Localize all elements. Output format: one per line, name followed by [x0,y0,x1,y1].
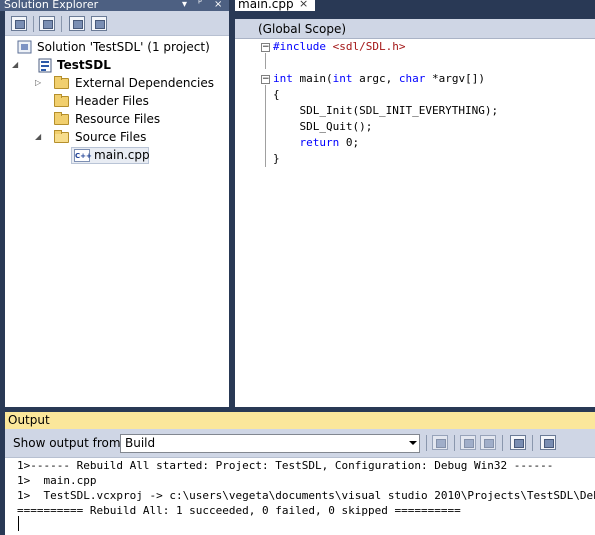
code-line: #include <sdl/SDL.h> [273,39,405,55]
go-to-previous-message-button[interactable] [460,435,476,450]
tree-item-label: main.cpp [94,148,150,162]
close-tab-icon[interactable]: × [299,0,308,11]
toolbar-separator [502,435,503,451]
output-source-value: Build [125,436,156,450]
output-line: ========== Rebuild All: 1 succeeded, 0 f… [17,504,461,517]
tree-item-label: Resource Files [75,112,161,126]
code-text: SDL_Init(SDL_INIT_EVERYTHING); [273,104,499,117]
solution-explorer-title: Solution Explorer [4,0,99,11]
tree-item-label: Source Files [75,130,147,144]
open-folder-icon [54,130,69,143]
cpp-project-icon [38,58,52,73]
tree-item-project[interactable]: ◢ TestSDL [5,57,222,74]
folder-icon [54,76,69,89]
output-text-area[interactable]: 1>------ Rebuild All started: Project: T… [5,458,595,535]
window-position-icon[interactable]: ▾ [182,0,187,10]
toolbar-separator [532,435,533,451]
tree-item-label: Header Files [75,94,149,108]
tree-item-header-files[interactable]: Header Files [5,93,222,110]
code-text: { [273,88,280,101]
code-text: argc, [352,72,399,85]
output-line: 1> TestSDL.vcxproj -> c:\users\vegeta\do… [17,489,595,502]
tree-item-source-files[interactable]: ◢ Source Files [5,129,222,146]
code-editor[interactable]: − − #include <sdl/SDL.h> int main(int arg… [235,39,595,407]
code-text: *argv[]) [425,72,485,85]
show-all-files-button[interactable] [39,16,55,31]
code-line: { [273,87,280,103]
collapse-block-icon[interactable]: − [261,75,270,84]
view-class-diagram-button[interactable] [91,16,107,31]
collapse-arrow-icon[interactable]: ◢ [35,133,43,141]
solution-tree: Solution 'TestSDL' (1 project) ◢ TestSDL… [5,36,229,407]
folder-icon [54,94,69,107]
code-string: <sdl/SDL.h> [332,40,406,53]
collapse-arrow-icon[interactable]: ◢ [12,61,20,69]
solution-explorer-title-bar: Solution Explorer ▾ ᴾ × [0,0,229,11]
scope-dropdown[interactable]: (Global Scope) [258,21,346,37]
tree-item-solution[interactable]: Solution 'TestSDL' (1 project) [17,39,222,56]
code-keyword: int [273,72,293,85]
code-keyword: char [398,72,426,85]
folder-icon [54,112,69,125]
output-toolbar: Show output from: Build [5,429,595,458]
expand-arrow-icon[interactable]: ▷ [35,79,43,87]
close-icon[interactable]: × [214,0,222,10]
properties-button[interactable] [11,16,27,31]
solution-icon [17,40,32,54]
chevron-down-icon [409,441,417,445]
tab-main-cpp[interactable]: main.cpp × [235,0,315,11]
code-text: main( [292,72,333,85]
toolbar-separator [426,435,427,451]
tree-item-resource-files[interactable]: Resource Files [5,111,222,128]
tree-item-label: Solution 'TestSDL' (1 project) [37,40,210,54]
output-line: 1>------ Rebuild All started: Project: T… [17,459,554,472]
code-line: return 0; [273,135,360,151]
code-directive: #include [273,40,333,53]
toolbar-separator [454,435,455,451]
tree-item-external-dependencies[interactable]: ▷ External Dependencies [5,75,222,92]
tab-label: main.cpp [238,0,294,11]
auto-hide-pin-icon[interactable]: ᴾ [198,0,202,10]
tree-item-label: TestSDL [57,58,111,72]
code-line: int main(int argc, char *argv[]) [273,71,485,87]
clear-all-button[interactable] [510,435,526,450]
find-message-in-code-button[interactable] [432,435,448,450]
indicator-margin [235,39,253,407]
code-keyword: return [299,136,340,149]
code-text: } [273,152,280,165]
code-line: SDL_Init(SDL_INIT_EVERYTHING); [273,103,498,119]
toolbar-separator [61,16,62,32]
go-to-next-message-button[interactable] [480,435,496,450]
cpp-file-icon: C++ [74,149,92,162]
output-source-select[interactable]: Build [120,434,420,453]
tree-item-label: External Dependencies [75,76,215,90]
tree-item-main-cpp[interactable]: C++ main.cpp [71,147,150,164]
code-text: 0; [339,136,360,149]
output-line: 1> main.cpp [17,474,97,487]
navigation-bar: (Global Scope) [235,19,595,39]
outline-line [265,85,266,167]
outline-line [265,53,266,69]
output-title: Output [8,413,50,427]
collapse-block-icon[interactable]: − [261,43,270,52]
output-title-bar: Output [5,412,595,429]
code-text: SDL_Quit(); [273,120,373,133]
code-keyword: int [332,72,353,85]
show-output-from-label: Show output from: [13,436,125,450]
toolbar-separator [33,16,34,32]
code-line: SDL_Quit(); [273,119,372,135]
solution-explorer-toolbar [5,11,229,36]
toggle-word-wrap-button[interactable] [540,435,556,450]
refresh-button[interactable] [69,16,85,31]
code-line: } [273,151,280,167]
text-caret [18,516,19,531]
